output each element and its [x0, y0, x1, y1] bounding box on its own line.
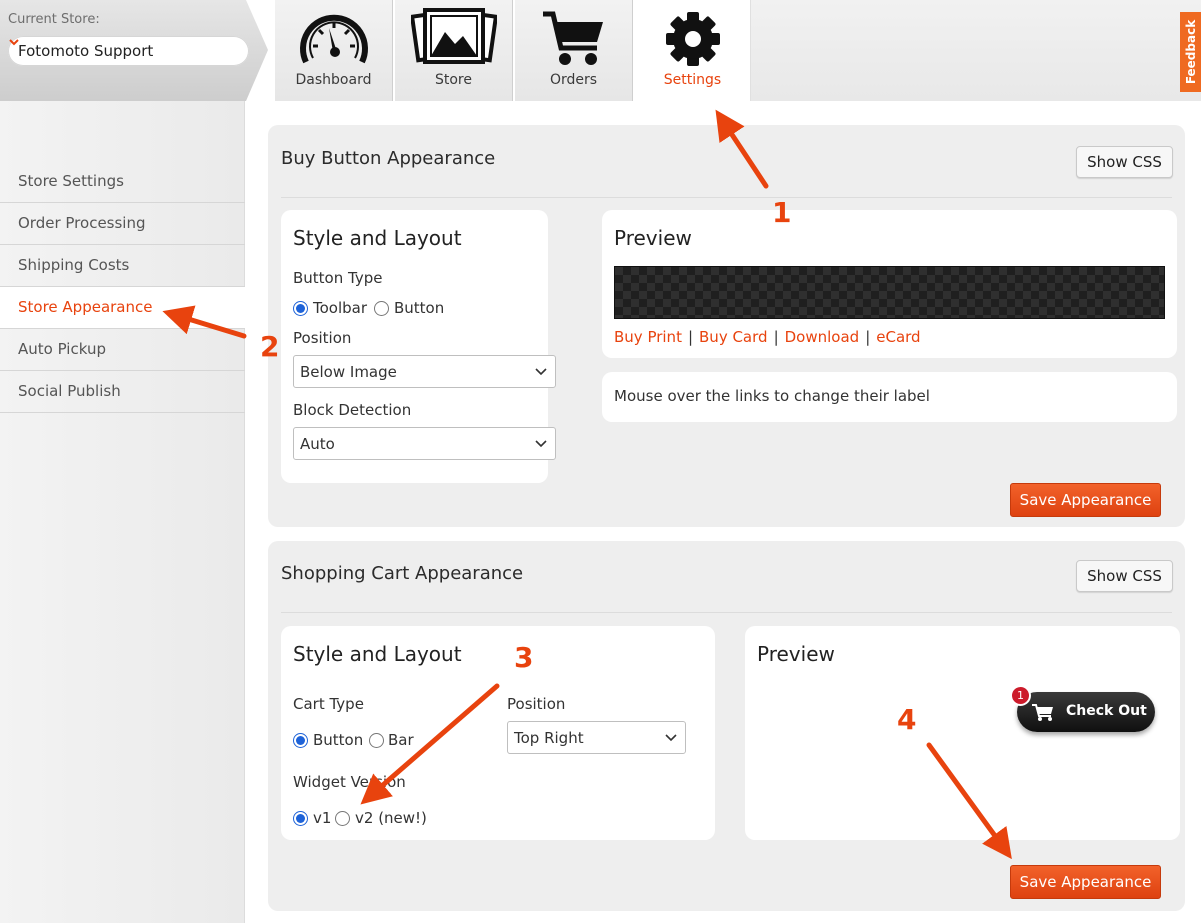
annotation-number: 3	[514, 641, 534, 674]
buy-button-preview-title: Preview	[614, 226, 692, 250]
buy-button-show-css-button[interactable]: Show CSS	[1076, 146, 1173, 178]
cart-style-card: Style and Layout Cart Type Button Bar Po…	[281, 626, 715, 840]
link-buy-print[interactable]: Buy Print	[614, 328, 682, 346]
sidebar-item-store-appearance[interactable]: Store Appearance	[0, 287, 245, 329]
tab-dashboard[interactable]: Dashboard	[274, 0, 393, 101]
link-download[interactable]: Download	[785, 328, 860, 346]
sidebar: Store Settings Order Processing Shipping…	[0, 101, 245, 923]
store-select[interactable]: Fotomoto Support	[8, 36, 249, 66]
cart-position-select[interactable]: Top Right	[507, 721, 686, 754]
cart-icon	[542, 11, 603, 65]
tab-settings[interactable]: Settings	[634, 0, 751, 101]
cart-preview-title: Preview	[757, 642, 835, 666]
widget-version-label: Widget Version	[293, 773, 406, 791]
annotation-number: 1	[772, 196, 792, 229]
cart-preview-card: Preview Check Out 1	[745, 626, 1180, 840]
feedback-label: Feedback	[1183, 19, 1198, 85]
store-switcher: Current Store: Fotomoto Support	[0, 0, 268, 101]
buy-button-title: Buy Button Appearance	[281, 148, 496, 169]
sidebar-item-store-settings[interactable]: Store Settings	[0, 161, 245, 203]
tab-dashboard-label: Dashboard	[295, 72, 372, 88]
link-separator: |	[773, 328, 779, 346]
radio-widget-v2-label: v2 (new!)	[355, 809, 427, 827]
cart-title: Shopping Cart Appearance	[281, 563, 524, 584]
tab-orders-label: Orders	[549, 72, 598, 88]
chevron-down-icon	[535, 368, 547, 376]
radio-widget-v1-label: v1	[313, 809, 332, 827]
position-label: Position	[293, 329, 352, 347]
hint-card: Mouse over the links to change their lab…	[602, 372, 1177, 422]
checkout-button-preview[interactable]: Check Out 1	[1010, 685, 1155, 732]
checkout-label: Check Out	[1066, 703, 1147, 719]
radio-toolbar-label: Toolbar	[313, 299, 368, 317]
feedback-button[interactable]: Feedback	[1180, 12, 1201, 92]
radio-cart-bar[interactable]	[369, 733, 384, 748]
cart-icon	[1032, 704, 1053, 721]
buy-button-save-button[interactable]: Save Appearance	[1010, 483, 1161, 517]
link-buy-card[interactable]: Buy Card	[699, 328, 768, 346]
sidebar-item-auto-pickup[interactable]: Auto Pickup	[0, 329, 245, 371]
sidebar-menu: Store Settings Order Processing Shipping…	[0, 161, 245, 413]
chevron-down-icon	[535, 440, 547, 448]
tab-settings-label: Settings	[663, 72, 722, 88]
link-separator: |	[687, 328, 694, 346]
cart-position-label: Position	[507, 695, 566, 713]
cart-type-label: Cart Type	[293, 695, 364, 713]
annotation-number: 4	[897, 703, 917, 736]
current-store-caption: Current Store:	[8, 12, 100, 27]
link-separator: |	[865, 328, 871, 346]
sidebar-item-shipping-costs[interactable]: Shipping Costs	[0, 245, 245, 287]
buy-button-preview-card: Preview Buy Print | Buy Card | Download | eCar…	[602, 210, 1177, 358]
block-detection-select[interactable]: Auto	[293, 427, 556, 460]
radio-button-label: Button	[394, 299, 445, 317]
chevron-down-icon	[665, 734, 677, 742]
buy-button-style-card: Style and Layout Button Type Toolbar But…	[281, 210, 556, 483]
shopping-cart-panel: Shopping Cart Appearance Show CSS Style …	[268, 541, 1185, 911]
divider	[281, 612, 1172, 613]
links-hint: Mouse over the links to change their lab…	[614, 387, 930, 405]
radio-widget-v1[interactable]	[293, 811, 308, 826]
cart-show-css-button[interactable]: Show CSS	[1076, 560, 1173, 592]
block-detection-select-value: Auto	[300, 435, 335, 453]
position-select[interactable]: Below Image	[293, 355, 556, 388]
buy-button-style-title: Style and Layout	[293, 226, 462, 250]
cart-count-badge: 1	[1010, 685, 1031, 706]
tab-orders[interactable]: Orders	[514, 0, 633, 101]
photos-icon	[410, 8, 497, 64]
gear-icon	[665, 12, 720, 66]
radio-cart-button[interactable]	[293, 733, 308, 748]
sidebar-item-social-publish[interactable]: Social Publish	[0, 371, 245, 413]
radio-widget-v2[interactable]	[335, 811, 350, 826]
radio-button[interactable]	[374, 301, 389, 316]
radio-cart-button-label: Button	[313, 731, 364, 749]
header-bar	[751, 0, 1201, 101]
store-select-value: Fotomoto Support	[18, 42, 154, 60]
sidebar-item-order-processing[interactable]: Order Processing	[0, 203, 245, 245]
annotation-number: 2	[260, 330, 280, 363]
cart-position-select-value: Top Right	[514, 729, 584, 747]
chevron-down-icon	[9, 39, 19, 46]
tab-store-label: Store	[434, 72, 472, 88]
link-ecard[interactable]: eCard	[876, 328, 920, 346]
preview-image-strip	[614, 266, 1165, 319]
buy-links-row: Buy Print | Buy Card | Download | eCard	[614, 328, 921, 346]
buy-button-panel: Buy Button Appearance Show CSS Style and…	[268, 125, 1185, 527]
radio-cart-bar-label: Bar	[388, 731, 414, 749]
cart-save-button[interactable]: Save Appearance	[1010, 865, 1161, 899]
tab-store[interactable]: Store	[394, 0, 513, 101]
gauge-icon	[299, 14, 368, 64]
divider	[281, 197, 1172, 198]
block-detection-label: Block Detection	[293, 401, 412, 419]
position-select-value: Below Image	[300, 363, 397, 381]
radio-toolbar[interactable]	[293, 301, 308, 316]
button-type-label: Button Type	[293, 269, 383, 287]
cart-style-title: Style and Layout	[293, 642, 462, 666]
